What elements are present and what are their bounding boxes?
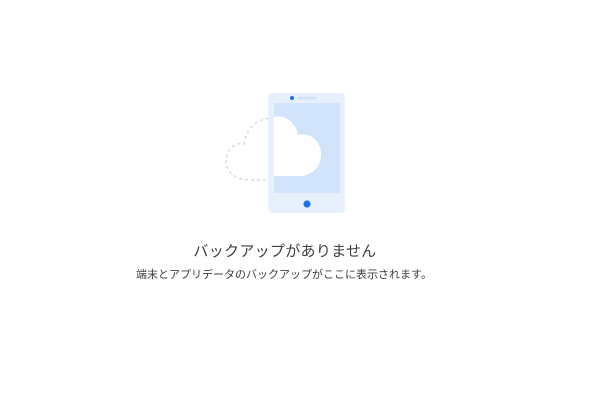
empty-state-title: バックアップがありません	[193, 242, 377, 260]
empty-state-subtitle: 端末とアプリデータのバックアップがここに表示されます。	[136, 268, 432, 281]
phone-cloud-backup-icon	[220, 90, 350, 215]
backup-empty-page: バックアップがありません 端末とアプリデータのバックアップがここに表示されます。	[0, 0, 600, 400]
